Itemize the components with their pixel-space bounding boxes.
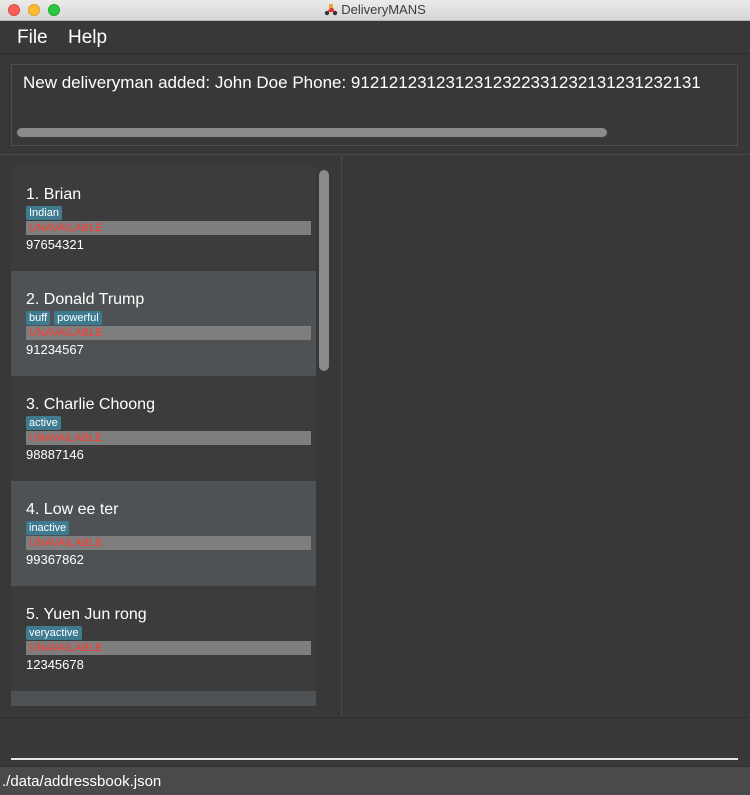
phone-number: 98887146 — [26, 447, 84, 462]
horizontal-scrollbar[interactable] — [17, 128, 607, 137]
deliveryman-card[interactable]: 4. Low ee ter inactive UNAVAILABLE 99367… — [11, 481, 316, 586]
deliveryman-name: 3. Charlie Choong — [26, 396, 155, 413]
save-location: ./data/addressbook.json — [2, 773, 162, 790]
deliveryman-card[interactable]: 2. Donald Trump buff powerful UNAVAILABL… — [11, 271, 316, 376]
tag: active — [26, 416, 61, 430]
tag: buff — [26, 311, 51, 325]
tag-list: veryactive — [26, 626, 82, 640]
deliveryman-name: 4. Low ee ter — [26, 501, 119, 518]
status-badge: UNAVAILABLE — [26, 641, 311, 655]
deliveryman-card-partial[interactable] — [11, 691, 316, 706]
command-input[interactable] — [11, 724, 738, 760]
result-display[interactable]: New deliveryman added: John Doe Phone: 9… — [11, 64, 738, 146]
deliveryman-name: 2. Donald Trump — [26, 291, 145, 308]
deliveryman-card[interactable]: 3. Charlie Choong active UNAVAILABLE 988… — [11, 376, 316, 481]
tag: veryactive — [26, 626, 82, 640]
deliveryman-card[interactable]: 1. Brian Indian UNAVAILABLE 97654321 — [11, 166, 316, 271]
window-title-wrapper: DeliveryMANS — [0, 2, 750, 17]
tag-list: buff powerful — [26, 311, 102, 325]
title-bar: DeliveryMANS — [0, 0, 750, 21]
status-badge: UNAVAILABLE — [26, 326, 311, 340]
tag-list: active — [26, 416, 61, 430]
delivery-scooter-icon — [325, 4, 338, 16]
tag-list: Indian — [26, 206, 62, 220]
deliveryman-name: 1. Brian — [26, 186, 82, 203]
tag-list: inactive — [26, 521, 70, 535]
deliveryman-list[interactable]: 1. Brian Indian UNAVAILABLE 97654321 2. … — [11, 166, 316, 706]
vertical-scrollbar[interactable] — [319, 170, 329, 371]
deliveryman-card[interactable]: 5. Yuen Jun rong veryactive UNAVAILABLE … — [11, 586, 316, 691]
status-badge: UNAVAILABLE — [26, 221, 311, 235]
result-message: New deliveryman added: John Doe Phone: 9… — [23, 73, 701, 92]
menu-bar: File Help — [0, 21, 750, 54]
phone-number: 99367862 — [26, 552, 84, 567]
menu-file[interactable]: File — [17, 27, 48, 49]
tag: Indian — [26, 206, 62, 220]
tag: inactive — [26, 521, 70, 535]
status-badge: UNAVAILABLE — [26, 431, 311, 445]
result-display-pane: New deliveryman added: John Doe Phone: 9… — [0, 55, 750, 155]
command-box — [0, 717, 750, 765]
menu-help[interactable]: Help — [68, 27, 107, 49]
phone-number: 12345678 — [26, 657, 84, 672]
phone-number: 91234567 — [26, 342, 84, 357]
status-bar-footer: ./data/addressbook.json — [0, 766, 750, 795]
deliveryman-name: 5. Yuen Jun rong — [26, 606, 147, 623]
tag: powerful — [54, 311, 102, 325]
phone-number: 97654321 — [26, 237, 84, 252]
status-badge: UNAVAILABLE — [26, 536, 311, 550]
window-title: DeliveryMANS — [341, 2, 426, 17]
deliveryman-list-panel: 1. Brian Indian UNAVAILABLE 97654321 2. … — [0, 156, 342, 716]
detail-pane — [343, 156, 750, 716]
